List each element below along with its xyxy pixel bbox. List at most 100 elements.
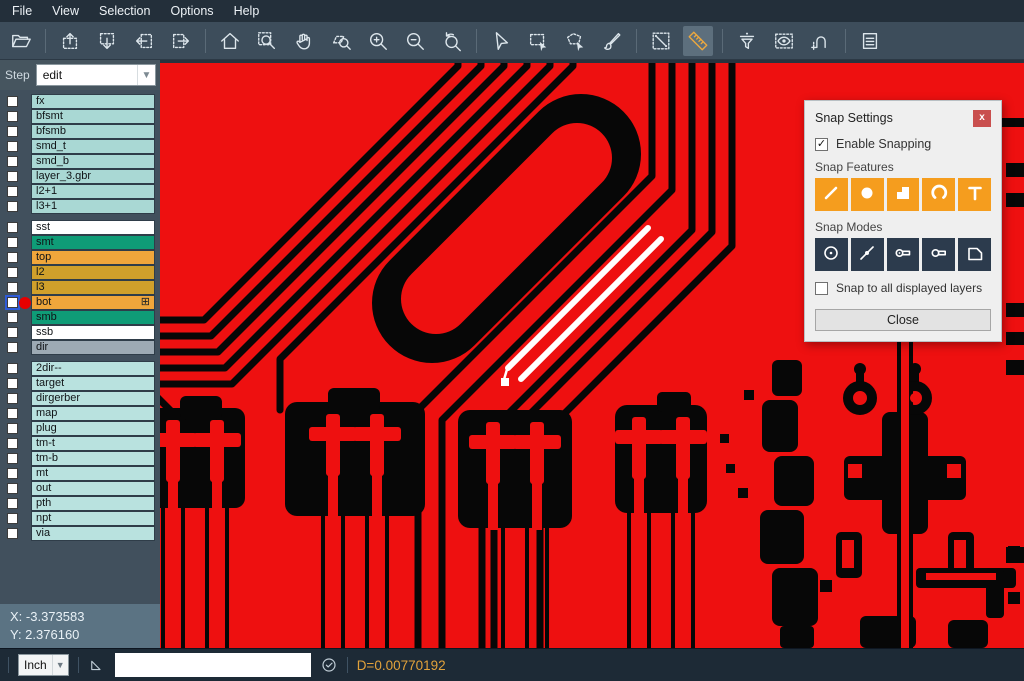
layer-row-pth[interactable]: pth	[0, 496, 160, 511]
nudge-up-button[interactable]	[55, 26, 85, 56]
layer-visibility-checkbox[interactable]	[7, 528, 18, 539]
layer-visibility-checkbox[interactable]	[7, 126, 18, 137]
layer-visibility-checkbox[interactable]	[7, 408, 18, 419]
layer-visibility-checkbox[interactable]	[7, 363, 18, 374]
layer-name[interactable]: l2+1	[31, 184, 155, 199]
layer-row-target[interactable]: target	[0, 376, 160, 391]
dialog-titlebar[interactable]: Snap Settings x	[815, 107, 991, 129]
layer-name[interactable]: plug	[31, 421, 155, 436]
zoom-in-button[interactable]	[363, 26, 393, 56]
layer-row-tm-b[interactable]: tm-b	[0, 451, 160, 466]
layer-row-smt[interactable]: smt	[0, 235, 160, 250]
pan-hand-button[interactable]	[289, 26, 319, 56]
layer-row-fx[interactable]: fx	[0, 94, 160, 109]
layer-row-bfsmb[interactable]: bfsmb	[0, 124, 160, 139]
layer-row-dir[interactable]: dir	[0, 340, 160, 355]
layer-name[interactable]: target	[31, 376, 155, 391]
filter-button[interactable]	[732, 26, 762, 56]
layer-row-via[interactable]: via	[0, 526, 160, 541]
layer-visibility-checkbox[interactable]	[7, 312, 18, 323]
layer-name[interactable]: top	[31, 250, 155, 265]
layer-visibility-checkbox[interactable]	[7, 423, 18, 434]
open-folder-button[interactable]	[6, 26, 36, 56]
display-options-button[interactable]	[769, 26, 799, 56]
snap-settings-button[interactable]	[806, 26, 836, 56]
layer-name[interactable]: dirgerber	[31, 391, 155, 406]
apply-check-icon[interactable]	[320, 656, 338, 674]
layer-row-layer_3.gbr[interactable]: layer_3.gbr	[0, 169, 160, 184]
home-view-button[interactable]	[215, 26, 245, 56]
layer-row-plug[interactable]: plug	[0, 421, 160, 436]
layer-name[interactable]: mt	[31, 466, 155, 481]
layer-visibility-checkbox[interactable]	[7, 327, 18, 338]
select-brush-button[interactable]	[597, 26, 627, 56]
layer-name[interactable]: bfsmb	[31, 124, 155, 139]
zoom-previous-button[interactable]	[437, 26, 467, 56]
layer-row-2dir--[interactable]: 2dir--	[0, 361, 160, 376]
unit-select[interactable]: Inch ▼	[18, 654, 69, 676]
layer-visibility-checkbox[interactable]	[7, 96, 18, 107]
layer-visibility-checkbox[interactable]	[7, 498, 18, 509]
layer-row-out[interactable]: out	[0, 481, 160, 496]
report-button[interactable]	[855, 26, 885, 56]
layer-row-l3+1[interactable]: l3+1	[0, 199, 160, 214]
layer-visibility-checkbox[interactable]	[7, 282, 18, 293]
snap-feature-surface-button[interactable]	[887, 178, 920, 211]
menu-item-file[interactable]: File	[2, 2, 42, 20]
layer-visibility-checkbox[interactable]	[7, 393, 18, 404]
layer-visibility-checkbox[interactable]	[7, 267, 18, 278]
layer-row-smd_b[interactable]: smd_b	[0, 154, 160, 169]
layer-name[interactable]: l3+1	[31, 199, 155, 214]
layer-row-tm-t[interactable]: tm-t	[0, 436, 160, 451]
layer-row-top[interactable]: top	[0, 250, 160, 265]
layer-row-l2+1[interactable]: l2+1	[0, 184, 160, 199]
layer-name[interactable]: tm-b	[31, 451, 155, 466]
layer-name[interactable]: ssb	[31, 325, 155, 340]
select-arrow-button[interactable]	[486, 26, 516, 56]
layer-row-map[interactable]: map	[0, 406, 160, 421]
layer-name[interactable]: tm-t	[31, 436, 155, 451]
nudge-right-button[interactable]	[166, 26, 196, 56]
layer-row-ssb[interactable]: ssb	[0, 325, 160, 340]
close-button[interactable]: Close	[815, 309, 991, 331]
layer-name[interactable]: 2dir--	[31, 361, 155, 376]
layer-row-dirgerber[interactable]: dirgerber	[0, 391, 160, 406]
layer-visibility-checkbox[interactable]	[7, 483, 18, 494]
layer-visibility-checkbox[interactable]	[7, 201, 18, 212]
layer-row-smb[interactable]: smb	[0, 310, 160, 325]
zoom-window-button[interactable]	[252, 26, 282, 56]
snap-feature-pad-button[interactable]	[851, 178, 884, 211]
layer-visibility-checkbox[interactable]	[7, 222, 18, 233]
zoom-object-button[interactable]	[326, 26, 356, 56]
layer-name[interactable]: pth	[31, 496, 155, 511]
layer-name[interactable]: bot⊞	[31, 295, 155, 310]
layer-row-smd_t[interactable]: smd_t	[0, 139, 160, 154]
layer-visibility-checkbox[interactable]	[7, 252, 18, 263]
layer-visibility-checkbox[interactable]	[7, 297, 18, 308]
layer-name[interactable]: via	[31, 526, 155, 541]
menu-item-selection[interactable]: Selection	[89, 2, 160, 20]
layer-visibility-checkbox[interactable]	[7, 237, 18, 248]
layer-row-bot[interactable]: bot⊞	[0, 295, 160, 310]
step-select[interactable]: edit ▼	[36, 64, 156, 86]
layer-name[interactable]: out	[31, 481, 155, 496]
snap-mode-center-button[interactable]	[815, 238, 848, 271]
layer-row-l3[interactable]: l3	[0, 280, 160, 295]
snap-mode-pad-center-button[interactable]	[887, 238, 920, 271]
layer-name[interactable]: dir	[31, 340, 155, 355]
layer-name[interactable]: smt	[31, 235, 155, 250]
menu-item-help[interactable]: Help	[224, 2, 270, 20]
layer-name[interactable]: smb	[31, 310, 155, 325]
snap-feature-text-button[interactable]	[958, 178, 991, 211]
select-rectangle-button[interactable]	[523, 26, 553, 56]
layer-visibility-checkbox[interactable]	[7, 342, 18, 353]
command-input[interactable]	[115, 653, 311, 677]
snap-feature-arc-button[interactable]	[922, 178, 955, 211]
measure-line-button[interactable]	[646, 26, 676, 56]
measure-ruler-button[interactable]	[683, 26, 713, 56]
menu-item-view[interactable]: View	[42, 2, 89, 20]
nudge-left-button[interactable]	[129, 26, 159, 56]
layer-row-mt[interactable]: mt	[0, 466, 160, 481]
layer-visibility-checkbox[interactable]	[7, 171, 18, 182]
layer-name[interactable]: npt	[31, 511, 155, 526]
